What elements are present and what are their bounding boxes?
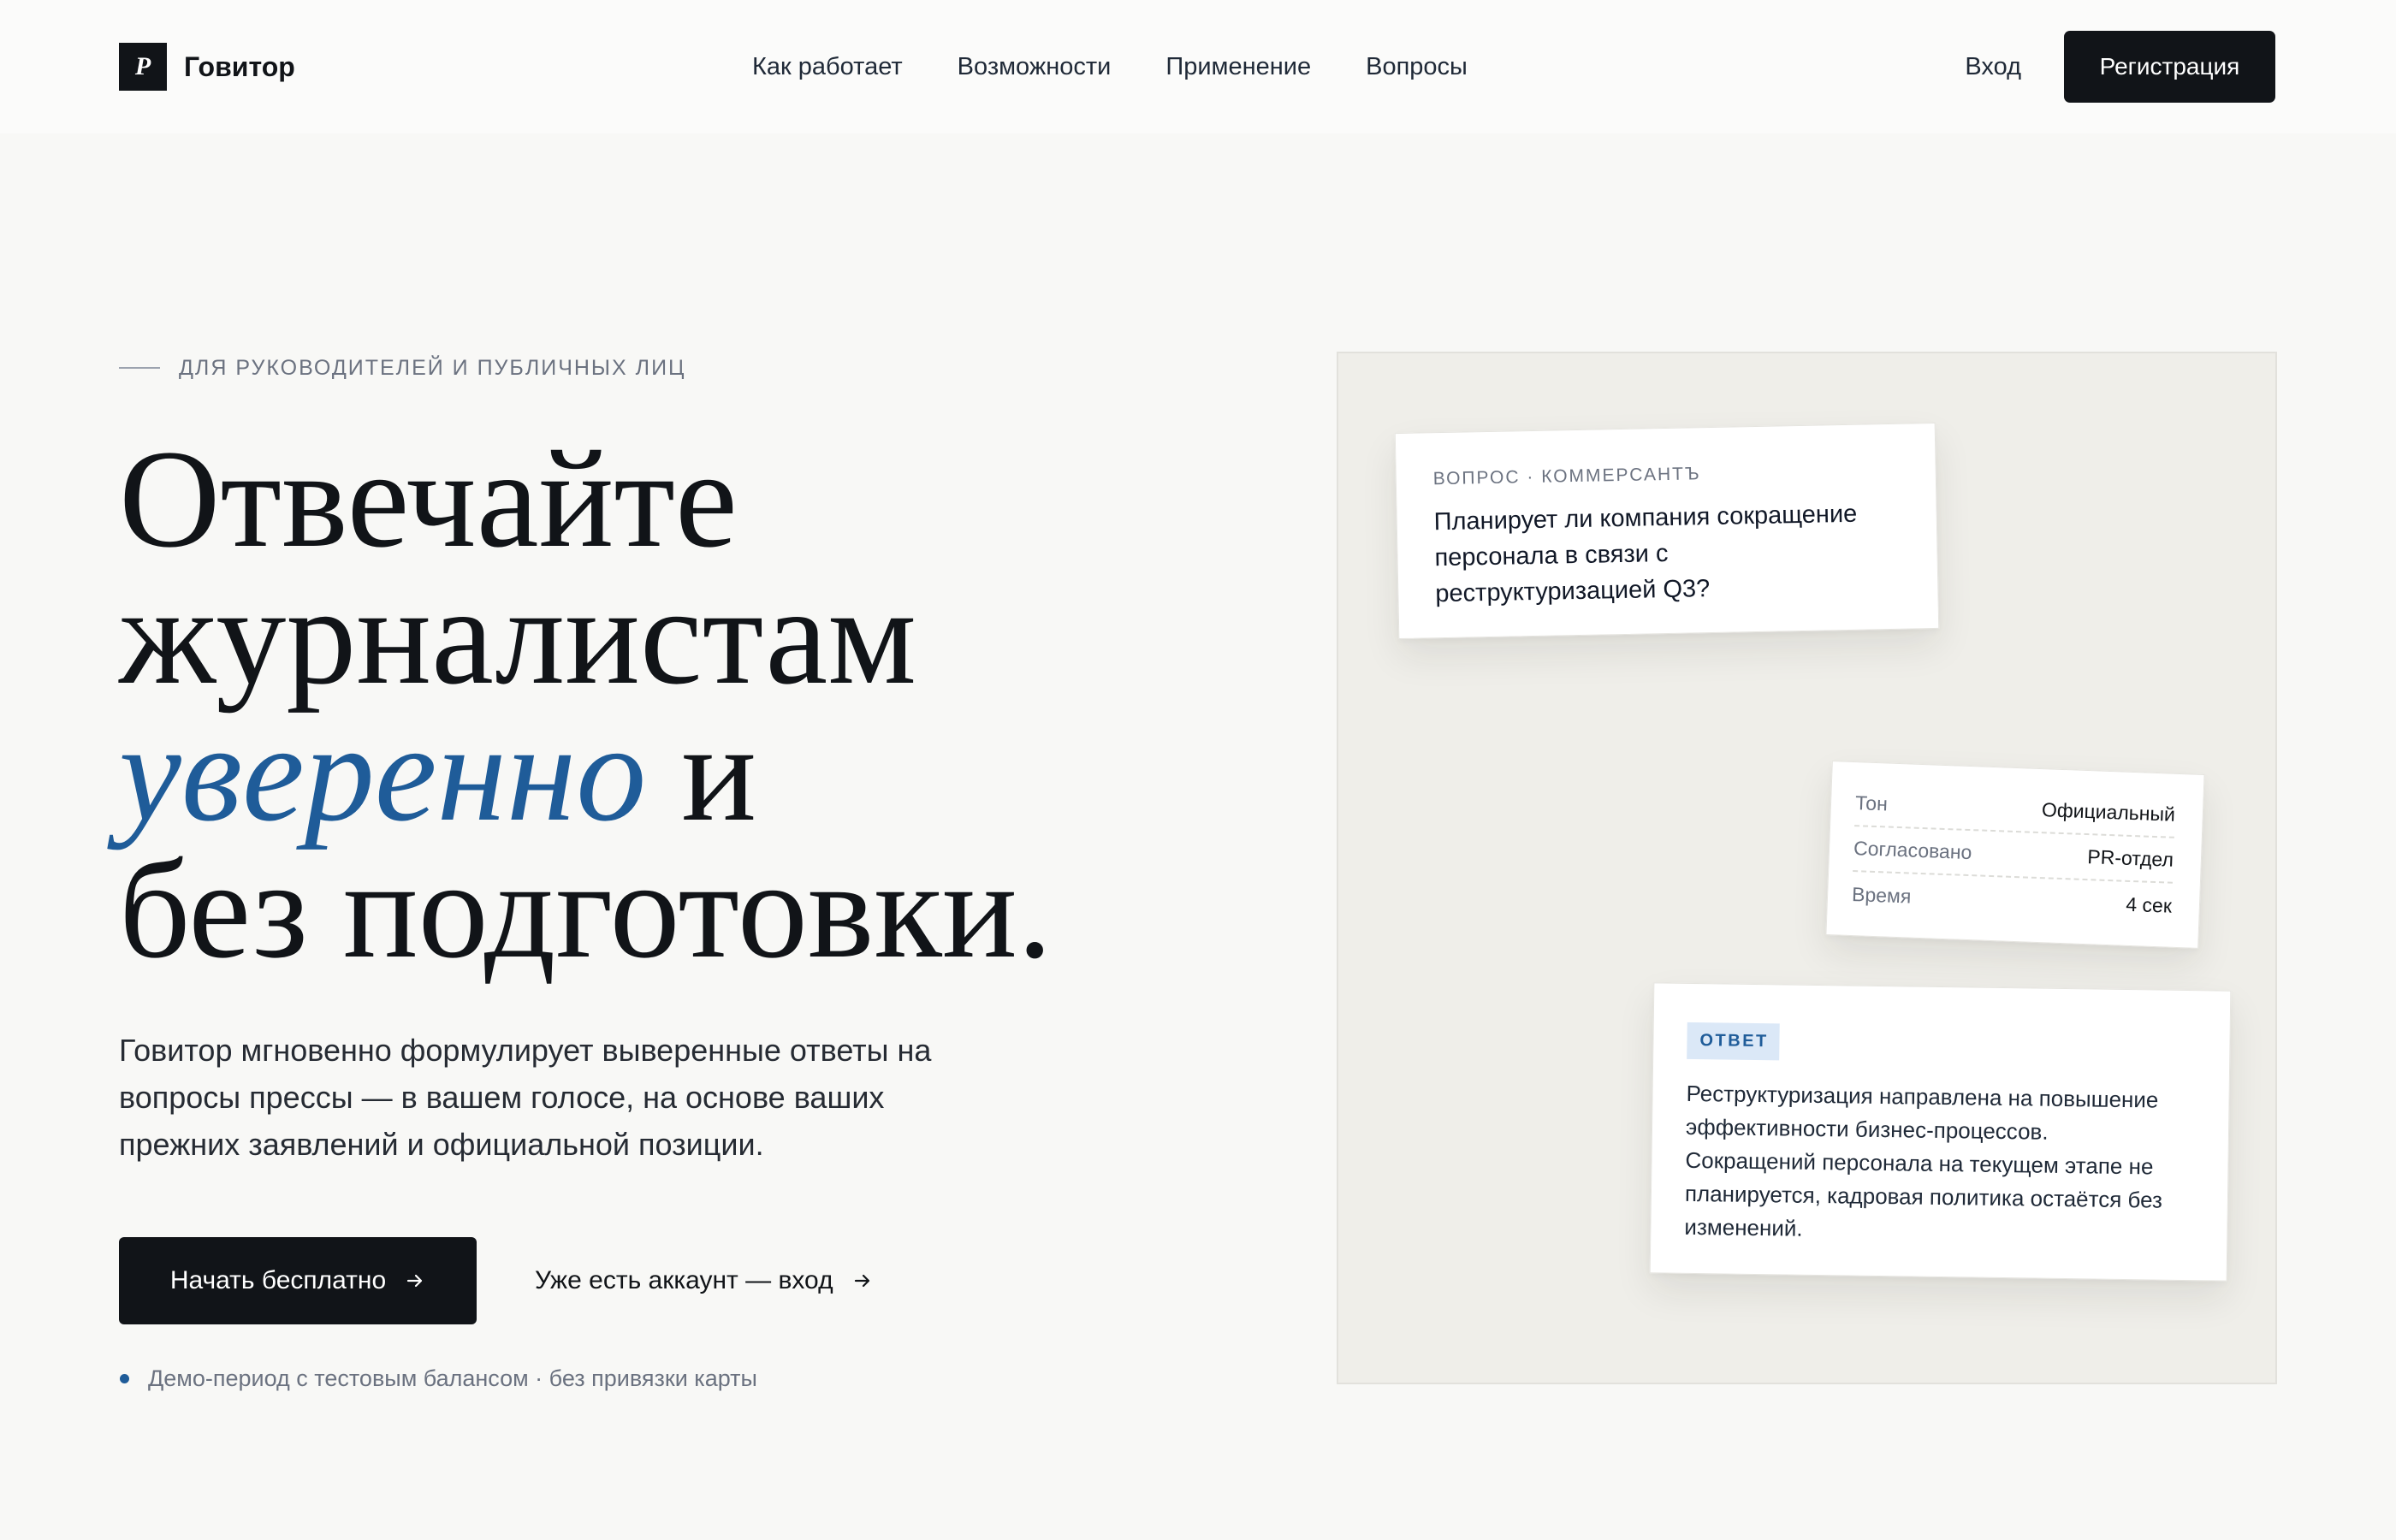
answer-sentence: Реструктуризация направлена на повышение… — [1685, 1080, 2159, 1145]
meta-label: Согласовано — [1853, 837, 1972, 864]
existing-account-login-link[interactable]: Уже есть аккаунт — вход — [535, 1259, 873, 1302]
question-source-label: ВОПРОС · КОММЕРСАНТЪ — [1432, 464, 1701, 489]
logo-mark-icon: P — [119, 43, 167, 91]
title-line-3-rest: и — [681, 696, 757, 850]
response-meta-card: Тон Официальный Согласовано PR-отдел Вре… — [1825, 761, 2205, 949]
nav-link-how-it-works[interactable]: Как работает — [752, 53, 903, 81]
eyebrow-divider — [119, 367, 160, 369]
title-line-3: уверенно и — [119, 703, 1053, 844]
register-button[interactable]: Регистрация — [2064, 31, 2275, 103]
login-link[interactable]: Вход — [1965, 53, 2021, 81]
main-nav: Как работает Возможности Применение Вопр… — [752, 0, 1468, 133]
meta-label: Тон — [1854, 791, 1889, 815]
hero-eyebrow: ДЛЯ РУКОВОДИТЕЛЕЙ И ПУБЛИЧНЫХ ЛИЦ — [119, 354, 686, 382]
hero-title: Отвечайте журналистам уверенно и без под… — [119, 422, 1053, 987]
title-accent-word: уверенно — [119, 696, 647, 850]
brand-name: Говитор — [184, 50, 295, 82]
nav-link-use-cases[interactable]: Применение — [1165, 53, 1311, 81]
answer-sentence: Сокращений персонала на текущем этапе не… — [1684, 1146, 2163, 1241]
arrow-right-icon — [407, 1274, 423, 1288]
title-line-4: без подготовки. — [119, 832, 1053, 987]
header-actions: Вход Регистрация — [1965, 31, 2275, 103]
answer-text: Реструктуризация направлена на повышение… — [1684, 1077, 2196, 1251]
trial-note-text: Демо-период с тестовым балансом · без пр… — [148, 1365, 757, 1391]
meta-value: PR-отдел — [2086, 845, 2174, 871]
top-navigation-bar: P Говитор Как работает Возможности Приме… — [0, 0, 2396, 133]
question-text: Планирует ли компания сокращение персона… — [1433, 500, 1858, 608]
start-free-button[interactable]: Начать бесплатно — [119, 1237, 477, 1324]
eyebrow-text: ДЛЯ РУКОВОДИТЕЛЕЙ И ПУБЛИЧНЫХ ЛИЦ — [179, 356, 686, 380]
nav-link-faq[interactable]: Вопросы — [1366, 53, 1468, 81]
title-line-2: журналистам — [119, 559, 916, 714]
meta-value: Официальный — [2041, 798, 2176, 826]
answer-badge: ОТВЕТ — [1687, 1022, 1781, 1061]
meta-value: 4 сек — [2125, 892, 2173, 917]
answer-card: ОТВЕТ Реструктуризация направлена на пов… — [1649, 982, 2232, 1282]
existing-account-label: Уже есть аккаунт — вход — [535, 1266, 833, 1294]
question-card: ВОПРОС · КОММЕРСАНТЪ Планирует ли компан… — [1394, 422, 1940, 640]
meta-label: Время — [1851, 883, 1912, 908]
product-preview-panel: ВОПРОС · КОММЕРСАНТЪ Планирует ли компан… — [1337, 352, 2277, 1384]
nav-link-features[interactable]: Возможности — [958, 53, 1112, 81]
dot-icon — [120, 1373, 129, 1383]
trial-note: Демо-период с тестовым балансом · без пр… — [120, 1364, 757, 1393]
brand-logo[interactable]: P Говитор — [119, 43, 295, 91]
start-free-label: Начать бесплатно — [169, 1266, 387, 1294]
title-line-1: Отвечайте — [119, 422, 738, 577]
hero-description: Говитор мгновенно формулирует выверенные… — [119, 1033, 932, 1162]
arrow-right-icon — [854, 1274, 869, 1288]
